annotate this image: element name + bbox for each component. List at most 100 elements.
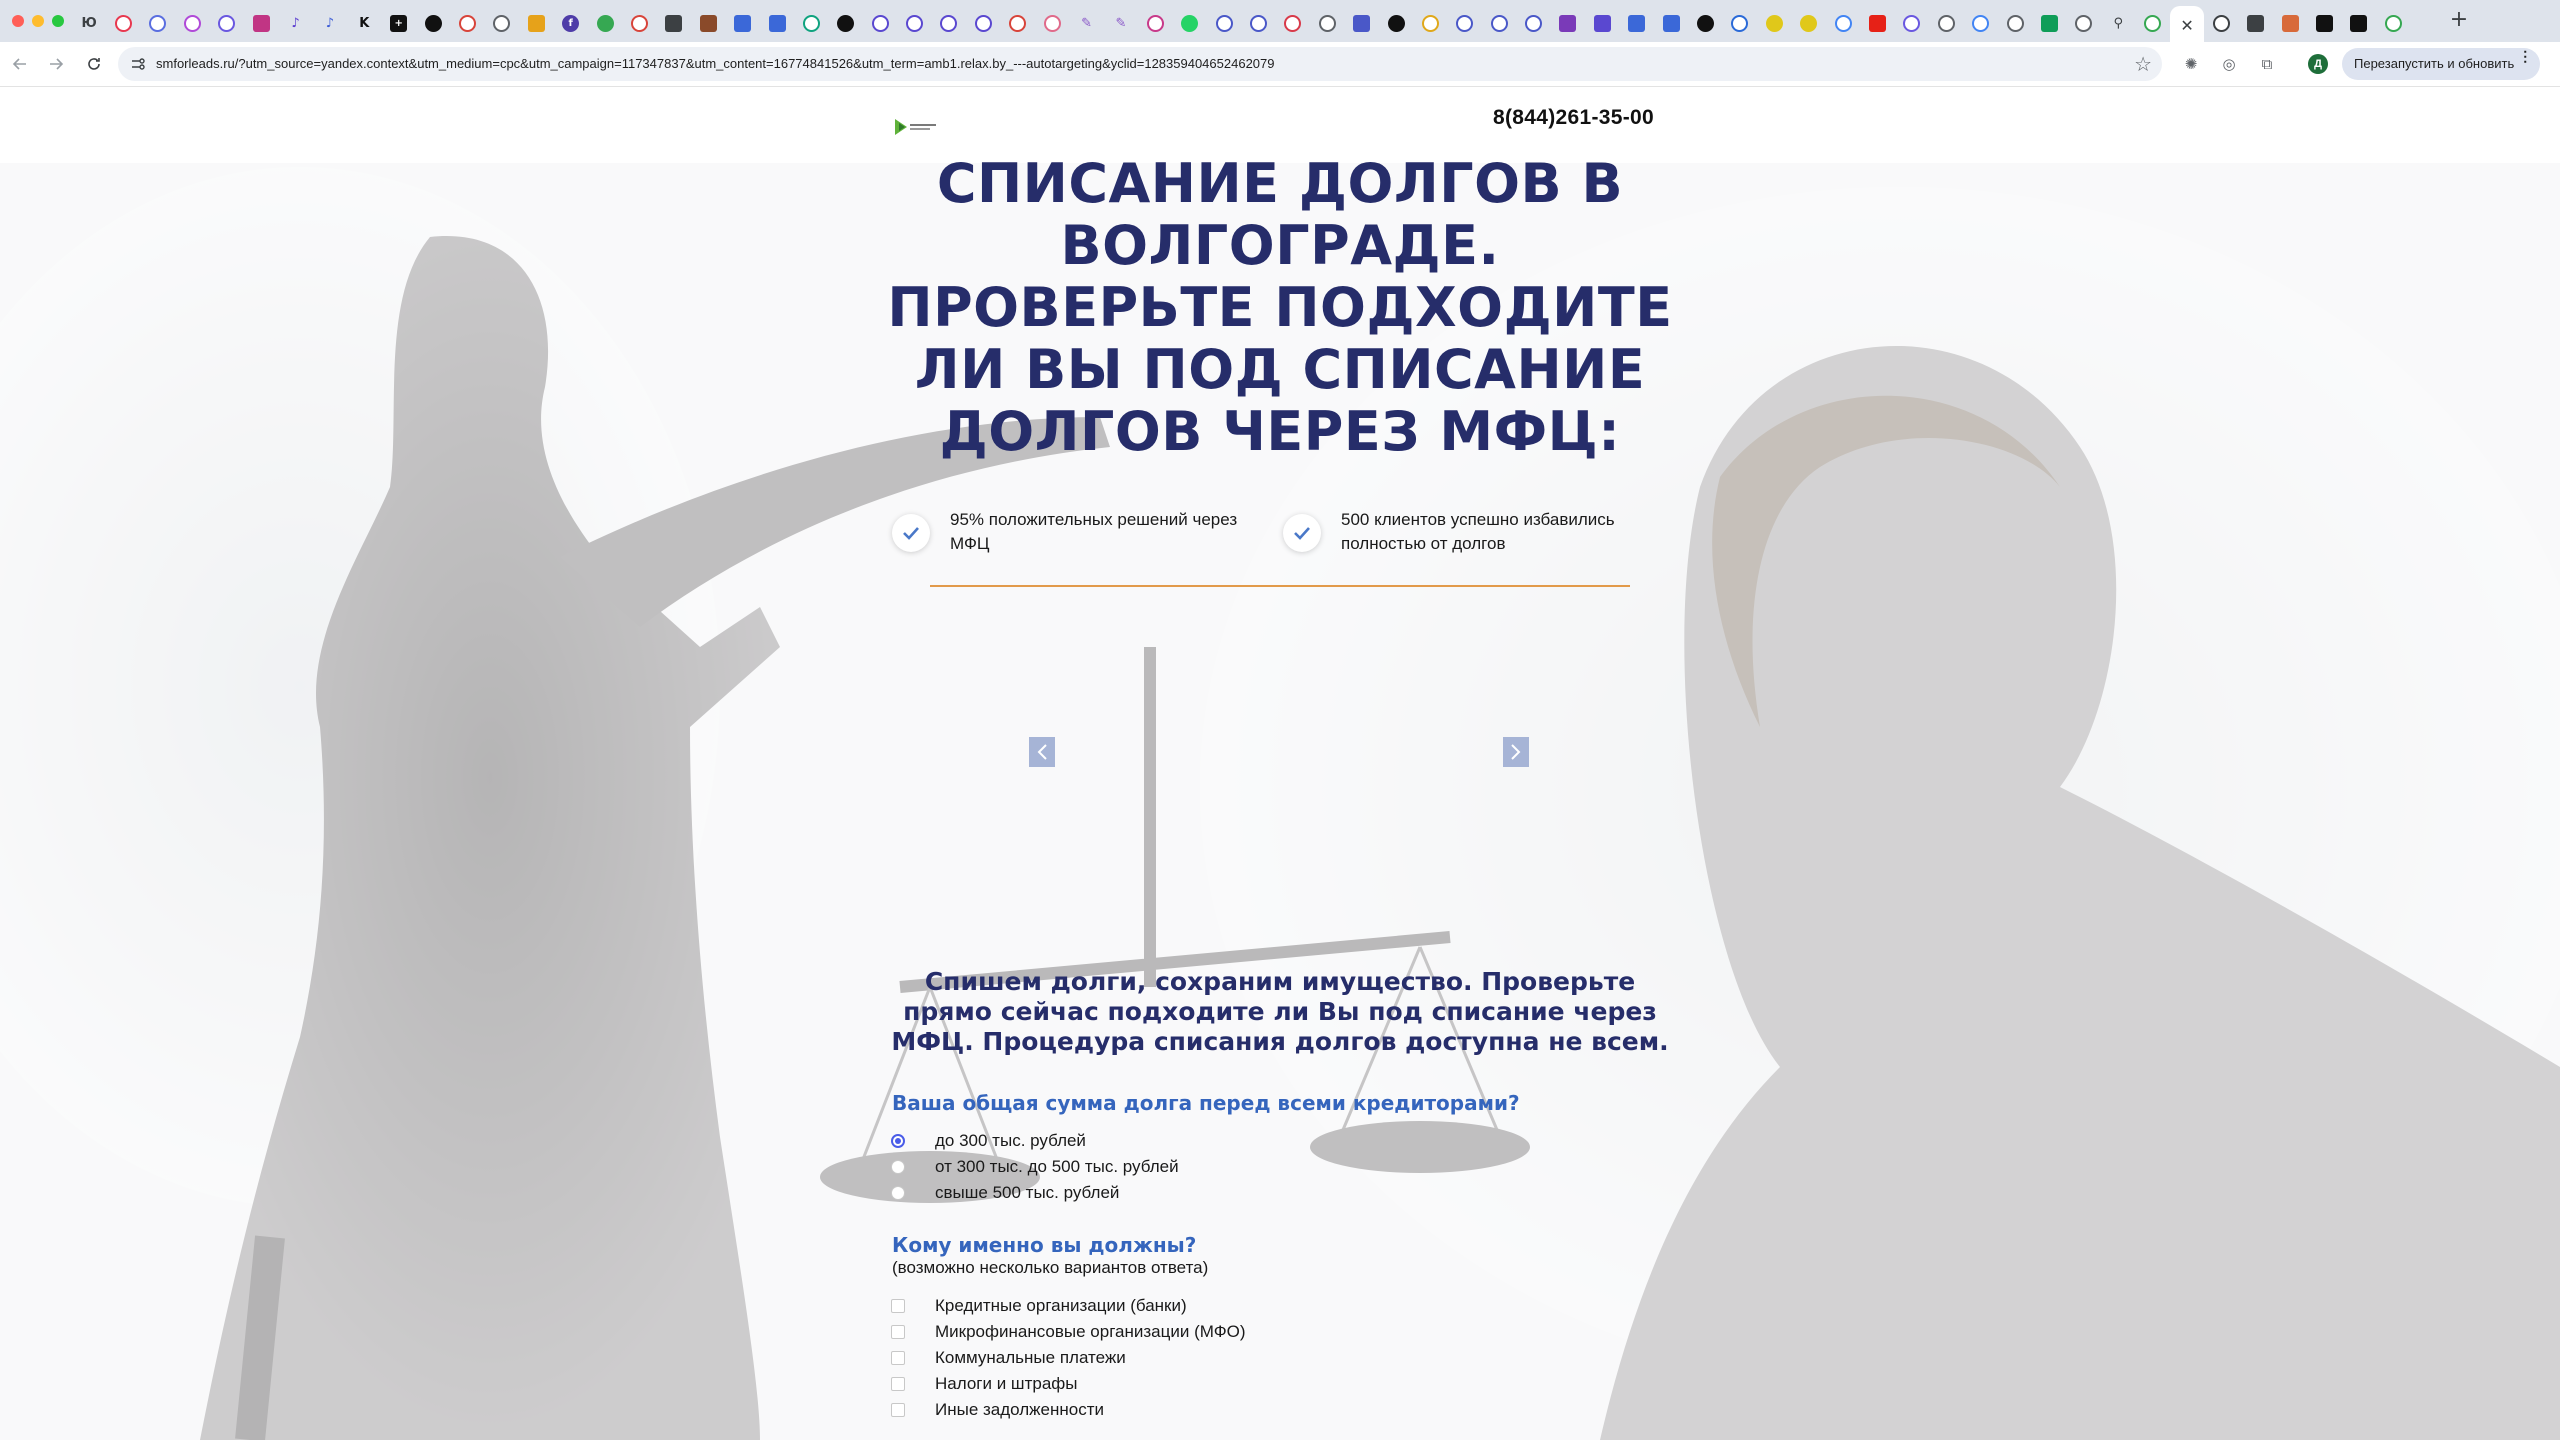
- option-debt-under-300k[interactable]: до 300 тыс. рублей: [891, 1129, 1086, 1153]
- site-info-icon[interactable]: [130, 56, 146, 72]
- option-debt-over-500k[interactable]: свыше 500 тыс. рублей: [891, 1181, 1119, 1205]
- browser-tab[interactable]: [2376, 6, 2410, 40]
- browser-tab[interactable]: [1482, 6, 1516, 40]
- browser-tab[interactable]: [863, 6, 897, 40]
- browser-tab[interactable]: [1654, 6, 1688, 40]
- browser-tab[interactable]: [1448, 6, 1482, 40]
- new-tab-button[interactable]: +: [2446, 8, 2472, 34]
- browser-tab[interactable]: [2032, 6, 2066, 40]
- back-button[interactable]: [8, 52, 32, 76]
- option-taxes-fines[interactable]: Налоги и штрафы: [891, 1372, 1077, 1396]
- browser-tab[interactable]: [2204, 6, 2238, 40]
- browser-tab[interactable]: +: [382, 6, 416, 40]
- radio-button[interactable]: [891, 1186, 905, 1200]
- browser-tab[interactable]: [932, 6, 966, 40]
- option-label[interactable]: до 300 тыс. рублей: [935, 1131, 1086, 1151]
- browser-tab[interactable]: [141, 6, 175, 40]
- window-minimize-button[interactable]: [32, 15, 44, 27]
- more-menu-icon[interactable]: ⋮: [2518, 48, 2532, 65]
- browser-tab[interactable]: [1757, 6, 1791, 40]
- browser-tab[interactable]: [1792, 6, 1826, 40]
- browser-tab[interactable]: [210, 6, 244, 40]
- tab-active[interactable]: ✕: [2169, 6, 2205, 44]
- address-bar[interactable]: smforleads.ru/?utm_source=yandex.context…: [118, 47, 2162, 81]
- browser-tab[interactable]: [1826, 6, 1860, 40]
- browser-tab[interactable]: [1310, 6, 1344, 40]
- browser-tab[interactable]: [622, 6, 656, 40]
- browser-tab[interactable]: [1138, 6, 1172, 40]
- window-zoom-button[interactable]: [52, 15, 64, 27]
- reload-button[interactable]: [82, 52, 106, 76]
- checkbox[interactable]: [891, 1377, 905, 1391]
- browser-tab[interactable]: [1585, 6, 1619, 40]
- extension-circle-icon[interactable]: ◎: [2218, 53, 2240, 75]
- browser-tab[interactable]: [2239, 6, 2273, 40]
- browser-tab[interactable]: f: [553, 6, 587, 40]
- browser-tab[interactable]: [2067, 6, 2101, 40]
- browser-tab[interactable]: [691, 6, 725, 40]
- browser-tab[interactable]: [760, 6, 794, 40]
- checkbox[interactable]: [891, 1403, 905, 1417]
- browser-tab[interactable]: [2273, 6, 2307, 40]
- browser-tab[interactable]: [2342, 6, 2376, 40]
- browser-tab[interactable]: [2135, 6, 2169, 40]
- browser-tab[interactable]: [1688, 6, 1722, 40]
- option-mfo[interactable]: Микрофинансовые организации (МФО): [891, 1320, 1246, 1344]
- checkbox[interactable]: [891, 1351, 905, 1365]
- browser-tab[interactable]: ♪: [313, 6, 347, 40]
- browser-tab[interactable]: Ю: [72, 6, 106, 40]
- browser-tab[interactable]: [1413, 6, 1447, 40]
- browser-tab[interactable]: [1895, 6, 1929, 40]
- browser-tab[interactable]: K: [347, 6, 381, 40]
- browser-tab[interactable]: [829, 6, 863, 40]
- forward-button[interactable]: [44, 52, 68, 76]
- browser-tab[interactable]: [1241, 6, 1275, 40]
- slider-prev-button[interactable]: [1029, 737, 1055, 767]
- browser-tab[interactable]: [1173, 6, 1207, 40]
- option-label[interactable]: Иные задолженности: [935, 1400, 1104, 1420]
- browser-tab[interactable]: [485, 6, 519, 40]
- browser-tab[interactable]: [244, 6, 278, 40]
- browser-tab[interactable]: [966, 6, 1000, 40]
- browser-tab[interactable]: [175, 6, 209, 40]
- browser-tab[interactable]: [657, 6, 691, 40]
- browser-tab[interactable]: [450, 6, 484, 40]
- option-debt-300k-500k[interactable]: от 300 тыс. до 500 тыс. рублей: [891, 1155, 1179, 1179]
- option-banks[interactable]: Кредитные организации (банки): [891, 1294, 1187, 1318]
- browser-tab[interactable]: ✎: [1069, 6, 1103, 40]
- relaunch-update-button[interactable]: Перезапустить и обновить ⋮: [2342, 48, 2541, 80]
- browser-tab[interactable]: ⚲: [2101, 6, 2135, 40]
- radio-button[interactable]: [891, 1160, 905, 1174]
- browser-tab[interactable]: [106, 6, 140, 40]
- browser-tab[interactable]: [588, 6, 622, 40]
- extensions-puzzle-icon[interactable]: ⧉: [2256, 53, 2278, 75]
- browser-tab[interactable]: [794, 6, 828, 40]
- url-text[interactable]: smforleads.ru/?utm_source=yandex.context…: [156, 56, 1274, 71]
- browser-tab[interactable]: [1379, 6, 1413, 40]
- option-label[interactable]: от 300 тыс. до 500 тыс. рублей: [935, 1157, 1179, 1177]
- phone-link[interactable]: 8(844)261-35-00: [1493, 106, 1654, 130]
- bookmark-star-icon[interactable]: ☆: [2134, 52, 2152, 76]
- browser-tab[interactable]: [725, 6, 759, 40]
- option-label[interactable]: Налоги и штрафы: [935, 1374, 1077, 1394]
- browser-tab[interactable]: [1516, 6, 1550, 40]
- company-logo[interactable]: [893, 117, 939, 137]
- browser-tab[interactable]: [1001, 6, 1035, 40]
- option-label[interactable]: Микрофинансовые организации (МФО): [935, 1322, 1246, 1342]
- browser-tab[interactable]: [1344, 6, 1378, 40]
- browser-tab[interactable]: [1551, 6, 1585, 40]
- option-other-debts[interactable]: Иные задолженности: [891, 1398, 1104, 1422]
- browser-tab[interactable]: [519, 6, 553, 40]
- browser-tab[interactable]: [1207, 6, 1241, 40]
- checkbox[interactable]: [891, 1325, 905, 1339]
- radio-button[interactable]: [891, 1134, 905, 1148]
- option-label[interactable]: Коммунальные платежи: [935, 1348, 1126, 1368]
- browser-tab[interactable]: [1963, 6, 1997, 40]
- slider-next-button[interactable]: [1503, 737, 1529, 767]
- profile-avatar[interactable]: Д: [2308, 54, 2328, 74]
- window-close-button[interactable]: [12, 15, 24, 27]
- browser-tab[interactable]: ♪: [278, 6, 312, 40]
- extension-bug-icon[interactable]: ✺: [2180, 53, 2202, 75]
- browser-tab[interactable]: [1620, 6, 1654, 40]
- browser-tab[interactable]: [1998, 6, 2032, 40]
